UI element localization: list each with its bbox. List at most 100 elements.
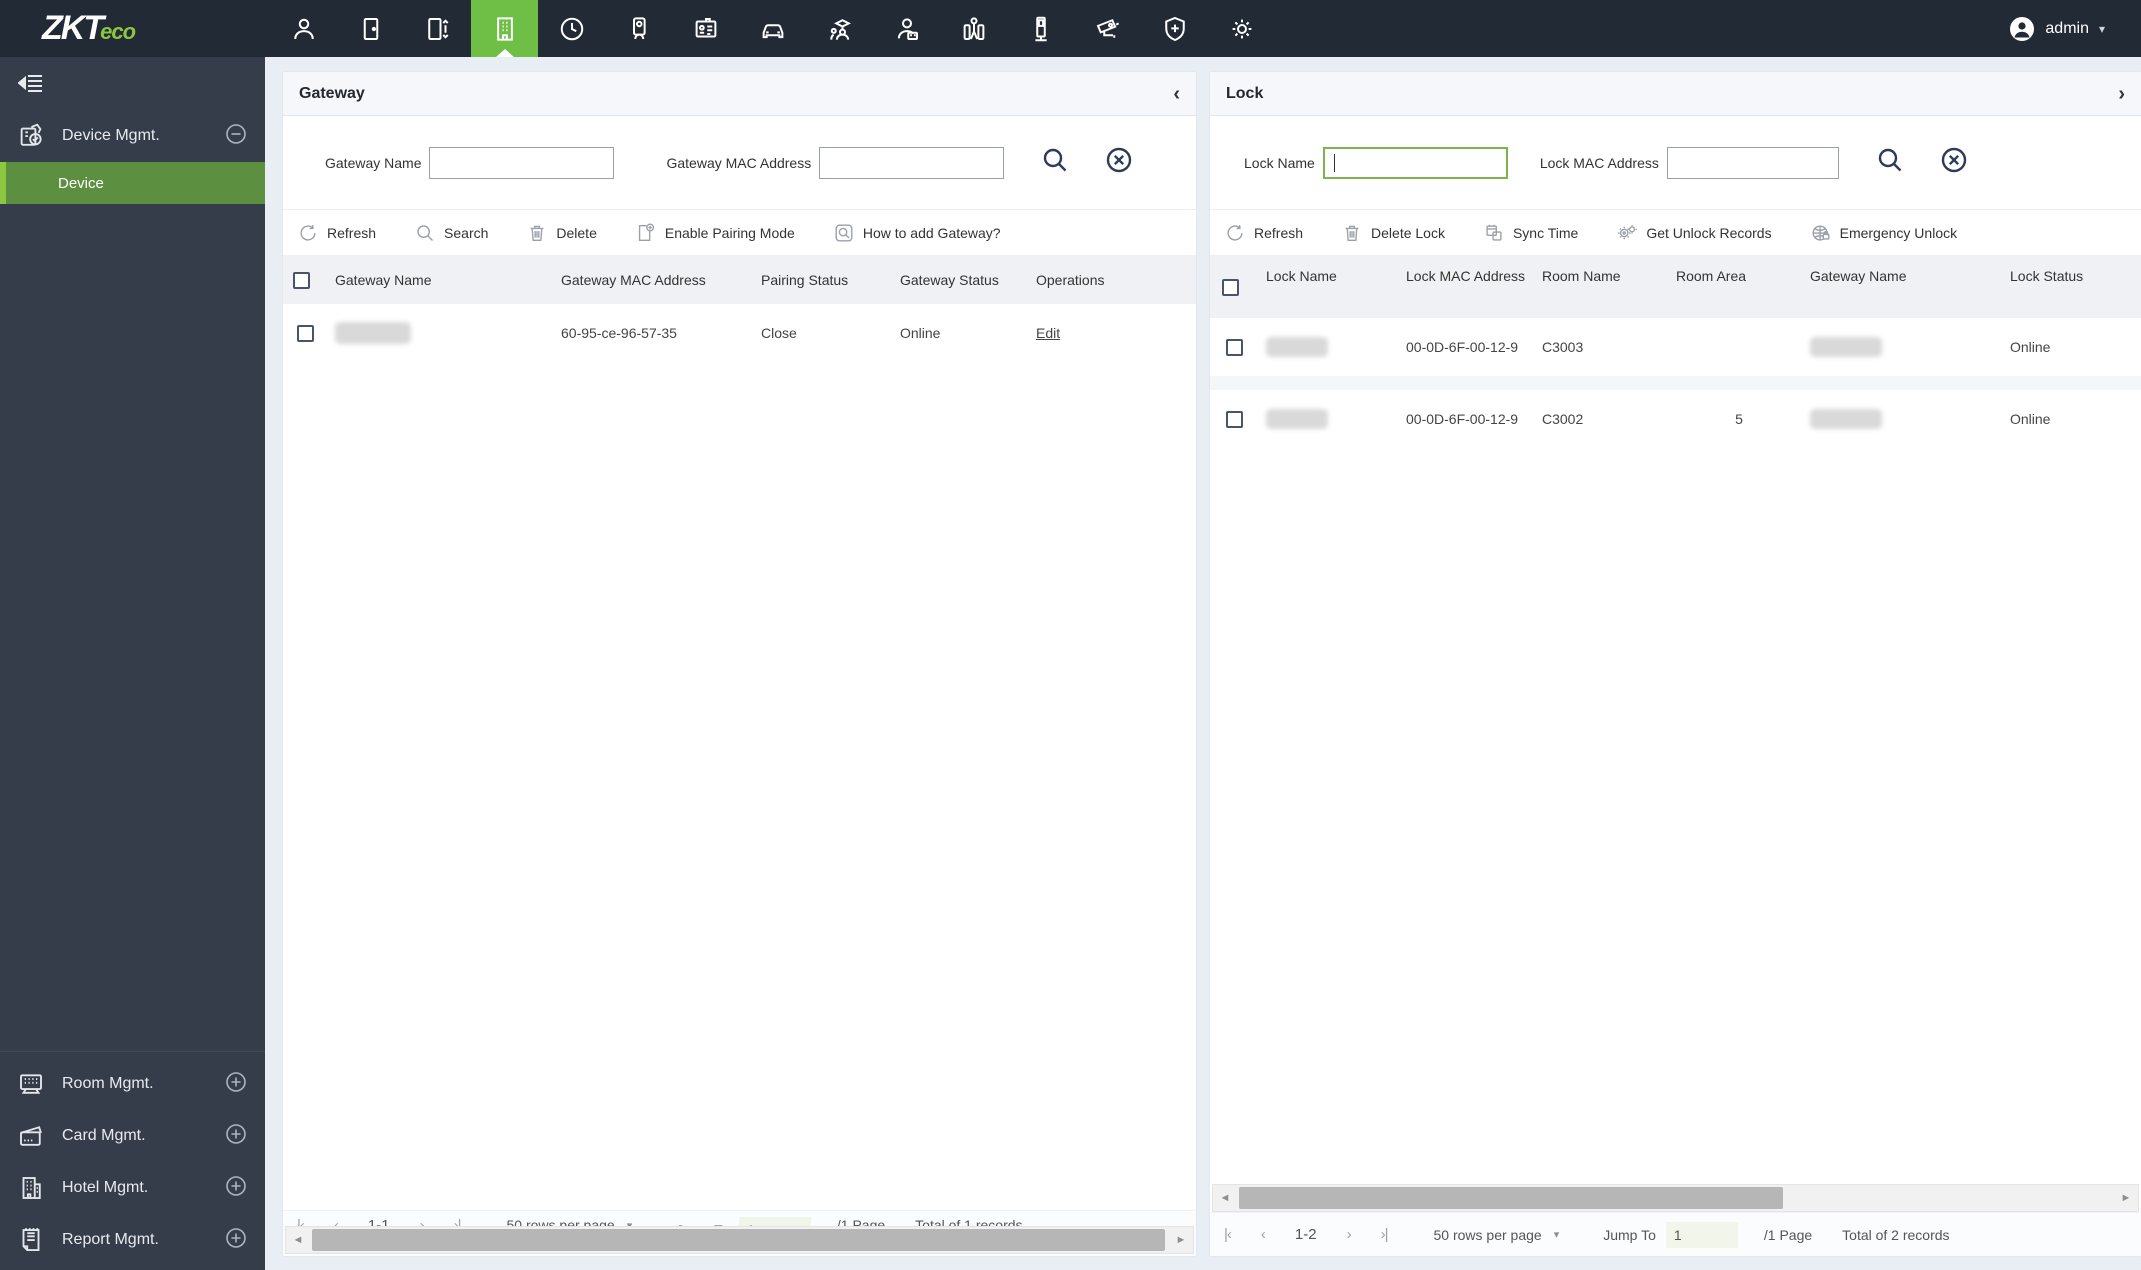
gateway-clear-search-icon[interactable] [1104, 145, 1134, 180]
device-mgmt-icon [16, 121, 48, 151]
gateway-search-button[interactable]: Search [414, 222, 488, 244]
expand-plus-icon[interactable] [225, 1227, 247, 1254]
select-all-checkbox[interactable] [1221, 278, 1239, 296]
first-page-icon[interactable]: |‹ [1224, 1226, 1232, 1243]
zkteco-logo: ZKT eco [0, 9, 230, 48]
turnstile-icon[interactable] [404, 0, 471, 57]
gateway-status-cell: Online [900, 325, 941, 341]
gateway-mac-input[interactable] [819, 146, 1005, 179]
expand-plus-icon[interactable] [225, 1175, 247, 1202]
expand-plus-icon[interactable] [225, 1071, 247, 1098]
lock-table: Lock Name Lock MAC Address Room Name Roo… [1210, 256, 2141, 1184]
sidebar-item-label: Device [58, 174, 104, 192]
gateway-collapse-icon[interactable]: ‹ [1173, 84, 1180, 104]
facekiosk-icon[interactable] [1007, 0, 1074, 57]
jump-to-input[interactable] [1665, 1221, 1738, 1248]
gateway-search-icon[interactable] [1040, 145, 1070, 180]
sidebar-group-room-mgmt[interactable]: Room Mgmt. [0, 1058, 265, 1110]
next-page-icon[interactable]: › [1347, 1226, 1352, 1243]
edit-link[interactable]: Edit [1036, 325, 1060, 341]
row-checkbox[interactable] [296, 324, 314, 342]
sidebar-group-label: Card Mgmt. [62, 1127, 146, 1144]
column-header: Room Area [1676, 268, 1747, 284]
attendance-clock-icon[interactable] [538, 0, 605, 57]
gateway-refresh-button[interactable]: Refresh [297, 222, 376, 244]
parking-icon[interactable] [739, 0, 806, 57]
column-header: Operations [1036, 272, 1105, 288]
column-header: Gateway Status [900, 272, 999, 288]
room-name-cell: C3003 [1542, 339, 1584, 355]
id-card-icon[interactable] [672, 0, 739, 57]
get-unlock-records-button[interactable]: Get Unlock Records [1616, 222, 1772, 244]
emergency-unlock-button[interactable]: Emergency Unlock [1810, 222, 1957, 244]
sidebar-item-device[interactable]: Device [0, 162, 265, 204]
expand-plus-icon[interactable] [225, 1123, 247, 1150]
row-checkbox[interactable] [1225, 410, 1243, 428]
lock-refresh-button[interactable]: Refresh [1224, 222, 1303, 244]
surveillance-camera-icon[interactable] [1074, 0, 1141, 57]
scrollbar-thumb[interactable] [1239, 1187, 1783, 1209]
button-label: Enable Pairing Mode [664, 224, 795, 241]
gateway-name-input[interactable] [429, 146, 615, 179]
scrollbar-thumb[interactable] [312, 1229, 1165, 1251]
sync-time-button[interactable]: Sync Time [1483, 222, 1578, 244]
sidebar-group-hotel-mgmt[interactable]: Hotel Mgmt. [0, 1162, 265, 1214]
dropdown-caret-icon: ▾ [1553, 1229, 1560, 1241]
collapse-minus-icon[interactable] [225, 123, 247, 150]
settings-gear-icon[interactable] [1208, 0, 1275, 57]
lock-toolbar: Refresh Delete Lock Sync Time Get Unlock… [1210, 210, 2141, 256]
rows-per-page-dropdown[interactable]: 50 rows per page ▾ [1434, 1227, 1560, 1243]
gateway-how-to-add-button[interactable]: How to add Gateway? [833, 222, 1001, 244]
last-page-icon[interactable]: ›| [1381, 1226, 1389, 1243]
patrol-icon[interactable] [806, 0, 873, 57]
card-mgmt-icon [16, 1121, 48, 1151]
visitor-icon[interactable] [873, 0, 940, 57]
scroll-left-icon[interactable]: ◄ [1213, 1192, 1237, 1204]
prev-page-icon[interactable]: ‹ [1261, 1226, 1266, 1243]
gateway-enable-pairing-button[interactable]: Enable Pairing Mode [635, 222, 795, 244]
gateway-panel-title: Gateway [299, 84, 365, 102]
gateway-table-header: Gateway Name Gateway MAC Address Pairing… [283, 256, 1196, 304]
lock-mac-cell: 00-0D-6F-00-12-9 [1406, 411, 1519, 427]
scroll-right-icon[interactable]: ► [1169, 1234, 1193, 1246]
sidebar-collapse-icon[interactable] [0, 57, 265, 110]
gateway-delete-button[interactable]: Delete [526, 222, 597, 244]
security-shield-icon[interactable] [1141, 0, 1208, 57]
user-menu[interactable]: admin ▾ [2009, 16, 2105, 42]
delete-lock-button[interactable]: Delete Lock [1341, 222, 1445, 244]
user-menu-caret-icon: ▾ [2098, 21, 2105, 36]
column-header: Pairing Status [761, 272, 849, 288]
access-door-icon[interactable] [337, 0, 404, 57]
sidebar-navigation: Device Mgmt. Device Room Mgmt. Card Mgmt… [0, 57, 265, 1270]
button-label: Search [444, 224, 489, 241]
lock-name-redacted [1266, 409, 1328, 429]
gateway-panel-footer: |‹ ‹ 1-1 › ›| 50 rows per page ▾ Jump To… [283, 1210, 1196, 1256]
scroll-right-icon[interactable]: ► [2114, 1192, 2138, 1204]
sidebar-group-device-mgmt[interactable]: Device Mgmt. [0, 110, 265, 162]
passage-barrier-icon[interactable] [940, 0, 1007, 57]
jump-to-label: Jump To [1603, 1226, 1656, 1243]
gateway-horizontal-scrollbar[interactable]: ◄ ► [285, 1226, 1194, 1254]
scroll-left-icon[interactable]: ◄ [286, 1234, 310, 1246]
select-all-checkbox[interactable] [292, 271, 310, 289]
lock-name-input[interactable] [1322, 146, 1508, 179]
lock-expand-icon[interactable]: › [2118, 84, 2125, 104]
column-header: Gateway MAC Address [561, 272, 706, 288]
lock-mac-input[interactable] [1666, 146, 1839, 179]
lock-search-icon[interactable] [1875, 145, 1905, 180]
column-header: Gateway Name [335, 272, 432, 288]
room-name-cell: C3002 [1542, 411, 1584, 427]
lock-clear-search-icon[interactable] [1939, 145, 1969, 180]
row-checkbox[interactable] [1225, 338, 1243, 356]
pairing-status-cell: Close [761, 325, 797, 341]
button-label: Delete Lock [1371, 224, 1445, 241]
video-intercom-icon[interactable] [605, 0, 672, 57]
room-area-cell: 5 [1735, 411, 1743, 427]
lock-horizontal-scrollbar[interactable]: ◄ ► [1212, 1184, 2139, 1212]
sidebar-group-report-mgmt[interactable]: Report Mgmt. [0, 1214, 265, 1266]
button-label: Refresh [327, 224, 377, 241]
sidebar-group-card-mgmt[interactable]: Card Mgmt. [0, 1110, 265, 1162]
personnel-icon[interactable] [270, 0, 337, 57]
hotel-icon[interactable] [471, 0, 538, 57]
lock-panel-footer: ◄ ► |‹ ‹ 1-2 › ›| 50 rows per page ▾ Jum… [1210, 1184, 2141, 1256]
